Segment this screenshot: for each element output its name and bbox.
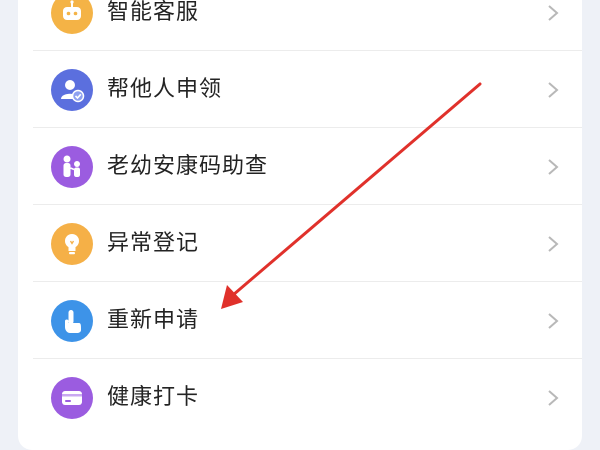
person-check-icon <box>51 68 93 111</box>
chevron-right-icon <box>546 81 560 99</box>
chevron-right-icon <box>546 312 560 330</box>
chevron-right-icon <box>546 4 560 22</box>
menu-item-label: 重新申请 <box>107 307 200 333</box>
family-icon <box>51 145 93 188</box>
menu-item-label: 老幼安康码助查 <box>107 153 269 179</box>
tap-hand-icon <box>51 299 93 342</box>
chevron-right-icon <box>546 235 560 253</box>
menu-item-label: 异常登记 <box>107 230 200 256</box>
lightbulb-icon <box>51 222 93 265</box>
menu-item-label: 智能客服 <box>107 0 200 25</box>
menu-item-health-checkin[interactable]: 健康打卡 <box>18 359 582 436</box>
menu-item-reapply[interactable]: 重新申请 <box>18 282 582 359</box>
wallet-card-icon <box>51 376 93 419</box>
menu-item-label: 帮他人申领 <box>107 76 223 102</box>
robot-icon <box>51 0 93 34</box>
menu-item-apply-for-others[interactable]: 帮他人申领 <box>18 51 582 128</box>
menu-item-label: 健康打卡 <box>107 384 200 410</box>
menu-item-smart-service[interactable]: 智能客服 <box>18 0 582 51</box>
menu-item-elderly-child-code-check[interactable]: 老幼安康码助查 <box>18 128 582 205</box>
chevron-right-icon <box>546 158 560 176</box>
menu-card: 智能客服 帮他人申领 老幼安康码助查 异常登记 重新申请 健康打卡 <box>18 0 582 450</box>
menu-item-abnormal-registration[interactable]: 异常登记 <box>18 205 582 282</box>
chevron-right-icon <box>546 389 560 407</box>
